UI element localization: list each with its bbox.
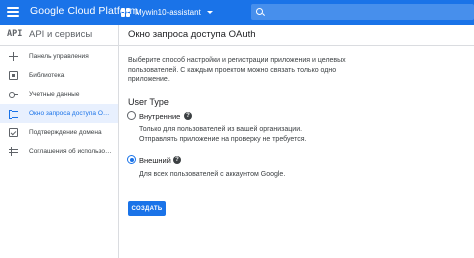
help-icon[interactable]: ? bbox=[184, 112, 192, 120]
dashboard-icon bbox=[9, 52, 18, 61]
external-description: Для всех пользователей с аккаунтом Googl… bbox=[139, 171, 286, 178]
sidebar-item-label: Подтверждение домена bbox=[29, 129, 102, 136]
sidebar-item-label: Учетные данные bbox=[29, 91, 80, 98]
sidebar-item-oauth-consent[interactable]: Окно запроса доступа OAuth bbox=[0, 104, 118, 123]
chevron-down-icon bbox=[206, 10, 213, 14]
project-icon bbox=[121, 7, 130, 17]
external-radio[interactable] bbox=[127, 155, 136, 164]
top-app-bar: Google Cloud Platform Mywin10-assistant bbox=[0, 0, 474, 25]
sidebar: Панель управления Библиотека Учетные дан… bbox=[0, 47, 118, 161]
consent-icon bbox=[9, 109, 18, 119]
sidebar-item-library[interactable]: Библиотека bbox=[0, 66, 118, 85]
sidebar-item-label: Библиотека bbox=[29, 72, 65, 79]
library-icon bbox=[9, 71, 18, 80]
sidebar-item-domain-verification[interactable]: Подтверждение домена bbox=[0, 123, 118, 142]
sidebar-item-dashboard[interactable]: Панель управления bbox=[0, 47, 118, 66]
description-text: Выберите способ настройки и регистрации … bbox=[128, 57, 346, 83]
search-input[interactable] bbox=[251, 4, 474, 20]
sidebar-item-credentials[interactable]: Учетные данные bbox=[0, 85, 118, 104]
internal-description: Только для пользователей из вашей органи… bbox=[139, 126, 307, 143]
create-button[interactable]: СОЗДАТЬ bbox=[128, 201, 166, 216]
page-header: API API и сервисы Окно запроса доступа O… bbox=[0, 25, 474, 46]
project-name: Mywin10-assistant bbox=[135, 7, 201, 17]
sidebar-item-label: Соглашения об использов... bbox=[29, 148, 113, 155]
help-icon[interactable]: ? bbox=[173, 156, 181, 164]
internal-radio-label[interactable]: Внутренние bbox=[139, 112, 180, 121]
menu-icon[interactable] bbox=[7, 6, 19, 18]
settings-icon bbox=[9, 147, 18, 156]
user-type-heading: User Type bbox=[128, 97, 169, 107]
section-title: API и сервисы bbox=[29, 29, 93, 40]
page-title: Окно запроса доступа OAuth bbox=[128, 29, 256, 40]
search-icon bbox=[256, 8, 263, 15]
internal-radio[interactable] bbox=[127, 111, 136, 120]
api-logo: API bbox=[7, 29, 23, 39]
external-radio-label[interactable]: Внешний bbox=[139, 156, 171, 165]
sidebar-item-page-usage-agreements[interactable]: Соглашения об использов... bbox=[0, 142, 118, 161]
checkbox-icon bbox=[9, 128, 18, 137]
sidebar-item-label: Окно запроса доступа OAuth bbox=[29, 110, 113, 117]
key-icon bbox=[9, 90, 18, 99]
sidebar-divider bbox=[118, 25, 119, 258]
project-selector[interactable]: Mywin10-assistant bbox=[121, 4, 213, 20]
sidebar-item-label: Панель управления bbox=[29, 53, 89, 60]
